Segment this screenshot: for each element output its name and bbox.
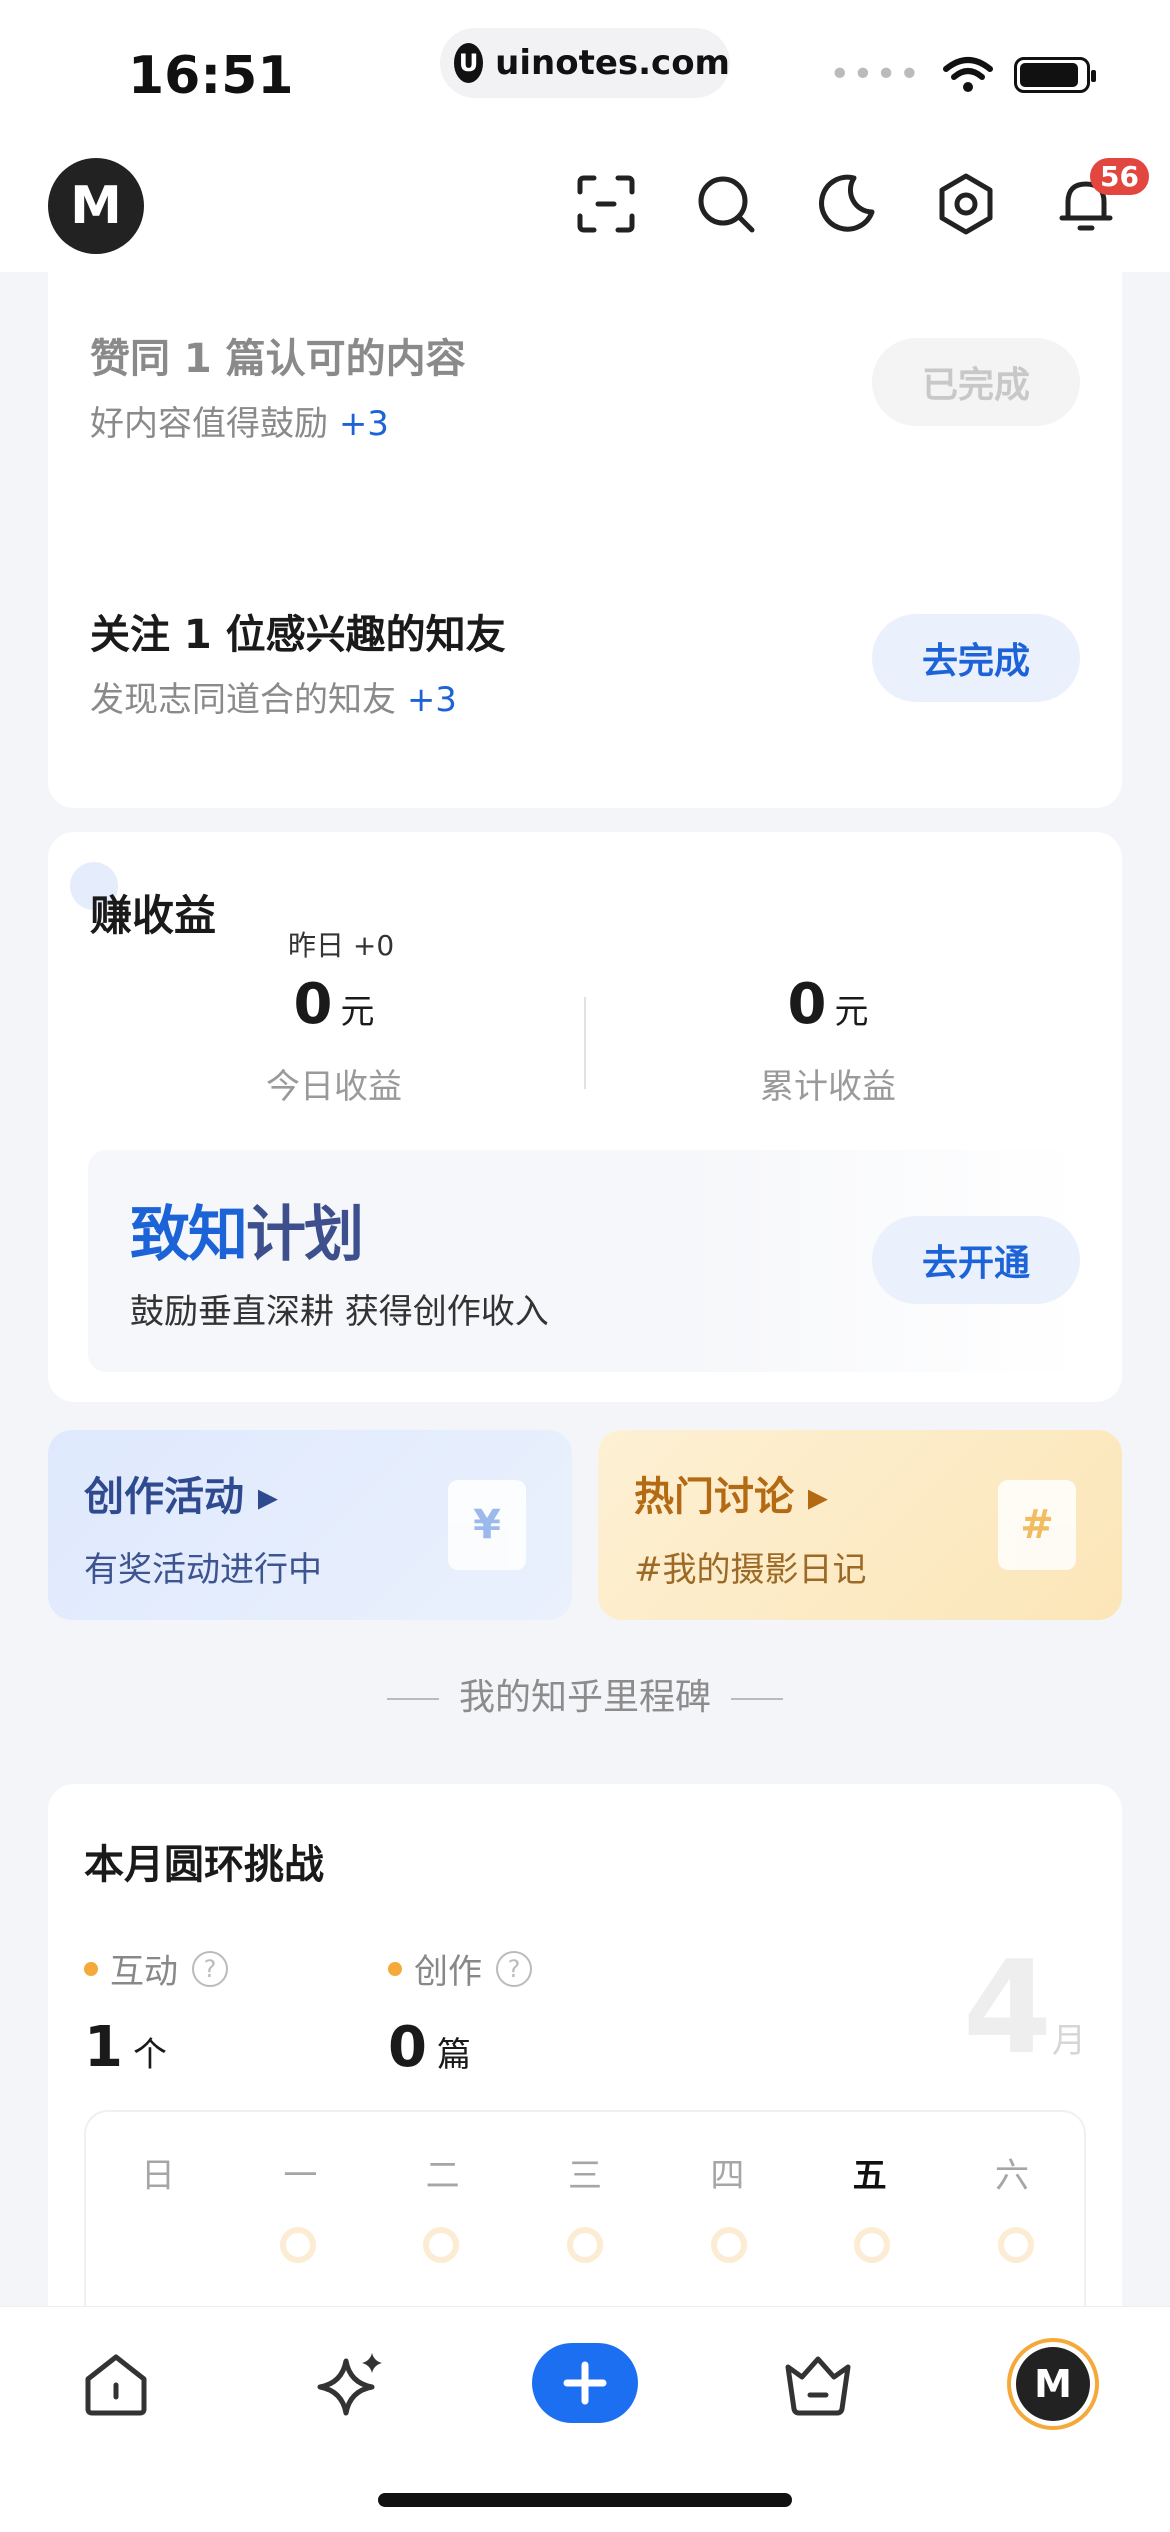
task-bonus: +3 [338,404,389,444]
battery-icon [1014,56,1096,93]
home-icon[interactable] [80,2349,152,2421]
task-done-button[interactable]: 已完成 [872,338,1080,426]
day-ring[interactable] [423,2227,460,2263]
weekday: 三 [567,2156,602,2196]
ring-row [86,2227,1084,2263]
task-go-button[interactable]: 去完成 [872,614,1080,702]
settings-icon[interactable] [934,172,998,236]
create-button[interactable] [532,2343,638,2423]
activity-title: 热门讨论 ▸ [634,1474,829,1520]
weekday-row: 日 一 二 三 四 五 六 [86,2112,1084,2197]
yuan-icon: ¥ [448,1480,526,1570]
status-time: 16:51 [128,46,294,106]
ring-challenge-card: 本月圆环挑战 互动? 1个 创作? 0篇 4月 日 一 二 三 四 五 六 [48,1784,1122,2430]
weekday: 四 [710,2156,745,2196]
weekday: 二 [425,2156,460,2196]
moon-icon[interactable] [814,172,878,236]
bottom-nav: M [0,2306,1170,2532]
header-actions: 56 [574,158,1149,236]
task-bonus: +3 [406,680,457,720]
hot-discussion-card[interactable]: 热门讨论 ▸ #我的摄影日记 # [598,1430,1122,1620]
milestone-header: 我的知乎里程碑 [0,1668,1170,1720]
task-desc: 发现志同道合的知友 +3 [90,680,457,720]
month-indicator: 4月 [962,1934,1086,2083]
task-desc: 好内容值得鼓励 +3 [90,404,389,444]
profile-avatar[interactable]: M [1016,2347,1090,2421]
app-logo[interactable]: M [48,158,144,254]
activate-plan-button[interactable]: 去开通 [872,1216,1080,1304]
day-ring[interactable] [279,2227,316,2263]
wifi-icon [943,56,993,92]
scan-icon[interactable] [574,172,638,236]
status-icons: •••• [829,54,1096,95]
notification-button[interactable]: 56 [1054,158,1149,236]
plan-title: 致知计划 [130,1200,364,1270]
day-ring[interactable] [566,2227,603,2263]
plan-subtitle: 鼓励垂直深耕 获得创作收入 [130,1292,549,1332]
creation-metric: 创作? 0篇 [388,1944,532,2080]
yesterday-earnings: 昨日 +0 [288,929,395,962]
creation-activity-card[interactable]: 创作活动 ▸ 有奖活动进行中 ¥ [48,1430,572,1620]
vip-basket-icon[interactable] [782,2349,854,2421]
ring-challenge-title: 本月圆环挑战 [84,1842,324,1888]
activity-subtitle: 有奖活动进行中 [84,1550,322,1590]
earnings-title: 赚收益 [90,891,217,940]
activity-subtitle: #我的摄影日记 [634,1550,867,1590]
help-icon[interactable]: ? [496,1950,532,1987]
url-text: uinotes.com [495,43,730,83]
tasks-card: 赞同 1 篇认可的内容 好内容值得鼓励 +3 已完成 关注 1 位感兴趣的知友 … [48,230,1122,808]
task-title: 赞同 1 篇认可的内容 [90,336,466,382]
divider [584,997,586,1089]
top-bar: 16:51 U uinotes.com •••• M 56 [0,0,1170,272]
day-ring[interactable] [997,2227,1034,2263]
weekday: 一 [283,2156,318,2196]
home-indicator [378,2493,792,2507]
help-icon[interactable]: ? [192,1950,228,1987]
today-earnings[interactable]: 0元 今日收益 [184,972,484,1108]
site-icon: U [454,43,484,83]
weekday: 六 [994,2156,1029,2196]
hashtag-icon: # [998,1480,1076,1570]
day-ring[interactable] [854,2227,891,2263]
weekday: 日 [141,2156,175,2196]
earnings-card: 赚收益 昨日 +0 0元 今日收益 0元 累计收益 致知计划 鼓励垂直深耕 获得… [48,832,1122,1402]
total-earnings[interactable]: 0元 累计收益 [678,972,978,1108]
plus-icon [563,2361,607,2405]
day-ring[interactable] [710,2227,747,2263]
sparkle-icon[interactable] [316,2349,388,2421]
activity-title: 创作活动 ▸ [84,1474,279,1520]
weekday-today: 五 [852,2156,887,2196]
notification-badge: 56 [1090,158,1149,195]
signal-icon: •••• [829,54,922,95]
url-pill[interactable]: U uinotes.com [440,28,730,98]
task-title: 关注 1 位感兴趣的知友 [90,612,506,658]
search-icon[interactable] [694,172,758,236]
interaction-metric: 互动? 1个 [84,1944,228,2080]
